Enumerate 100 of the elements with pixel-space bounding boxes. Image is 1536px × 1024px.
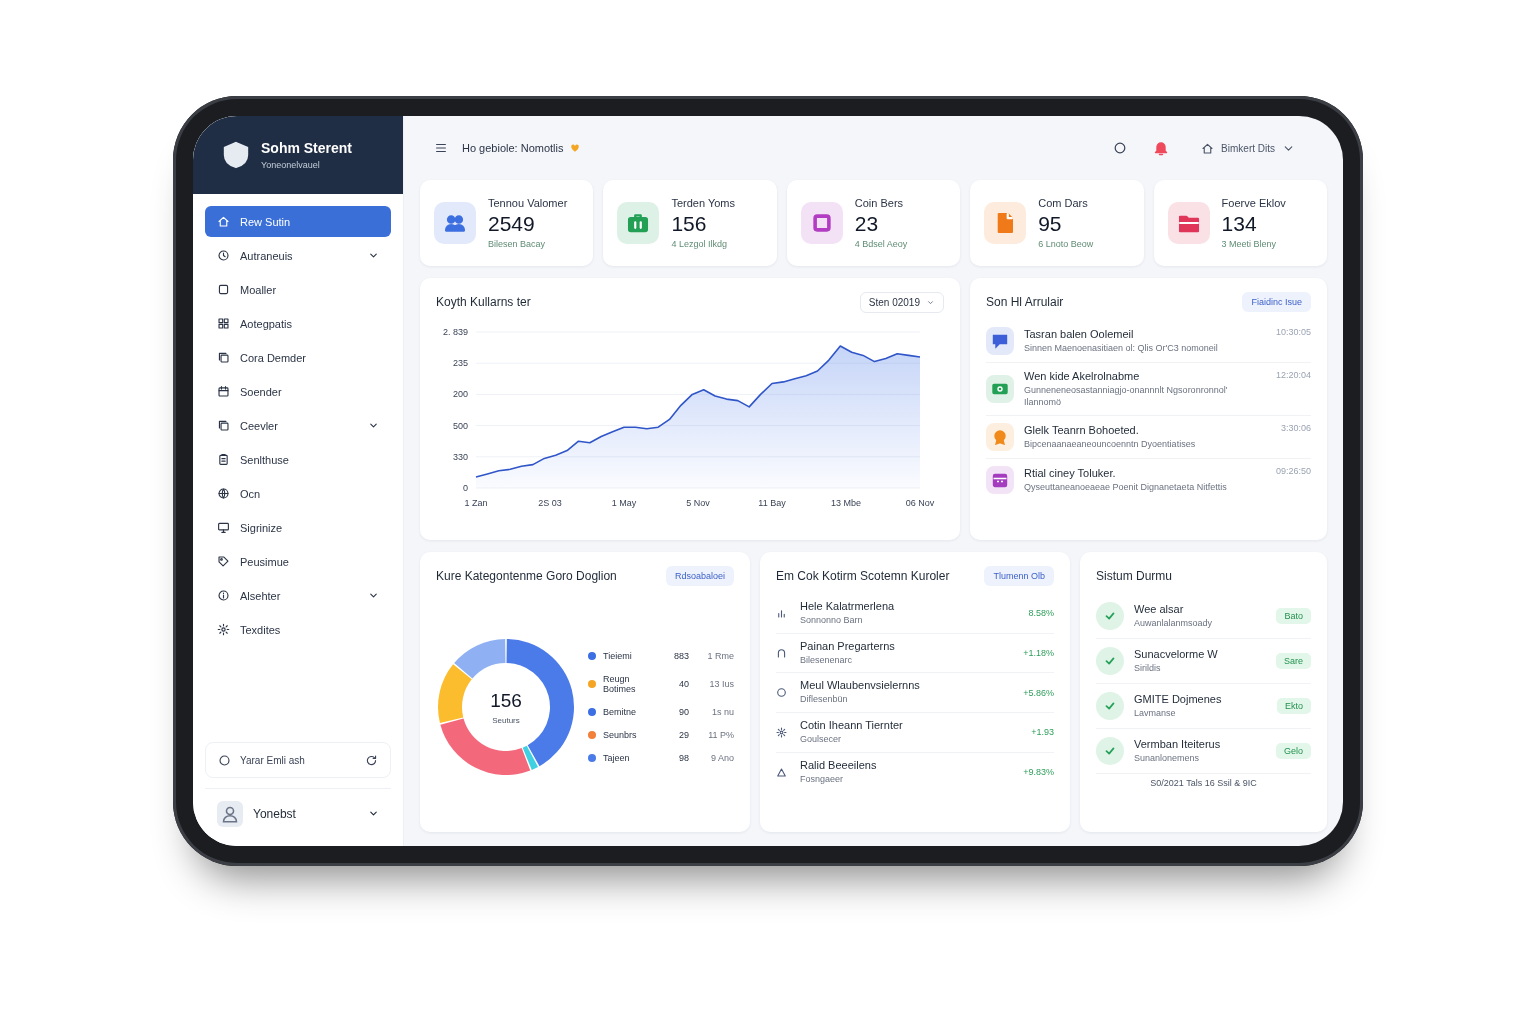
activity-description: Bipcenaanaeaneouncoenntn Dyoentiatises: [1024, 439, 1197, 451]
route-name: Ralid Beeeilens: [800, 758, 878, 771]
route-change: +1.93: [1031, 727, 1054, 738]
heart-icon: [569, 143, 580, 153]
square-icon: [217, 283, 230, 296]
folder-icon: [1167, 202, 1210, 244]
route-detail: Sonnonno Barn: [800, 615, 864, 627]
legend-label: Seunbrs: [603, 730, 638, 740]
legend-count: 40: [678, 679, 689, 689]
activity-title: Tasran balen Oolemeil: [1024, 327, 1135, 340]
route-change: +9.83%: [1023, 767, 1054, 778]
sidebar-item[interactable]: Cora Demder: [205, 342, 391, 373]
briefcase-icon: [617, 202, 660, 244]
greeting-text: Ho gebiole: Nomotlis: [462, 142, 564, 154]
activity-description: Sinnen Maenoenasitiaen ol: Qlis Or'C3 nomoneil: [1024, 342, 1219, 355]
clock-icon: [217, 249, 230, 262]
route-detail: Bilesenenarc: [800, 654, 854, 667]
clipboard-icon: [217, 453, 230, 466]
sidebar-item[interactable]: Alsehter: [205, 580, 391, 611]
circle-icon[interactable]: [1113, 141, 1128, 155]
sidebar-item[interactable]: Rew Sutin: [205, 206, 391, 237]
sidebar-item[interactable]: Aotegpatis: [205, 308, 391, 339]
square-icon: [800, 202, 843, 244]
menu-icon[interactable]: [434, 141, 448, 155]
caret-icon[interactable]: [368, 420, 379, 431]
caret-icon: [368, 808, 379, 819]
info-icon: [217, 589, 230, 602]
axis-label: 06 Nov: [905, 498, 935, 508]
donut-label: Seuturs: [492, 715, 520, 725]
sun-icon: [217, 623, 230, 636]
chart-title: Koyth Kullarns ter: [436, 295, 531, 309]
card-title: Em Cok Kotirm Scotemn Kuroler: [776, 569, 950, 583]
axis-label: 1 May: [611, 498, 637, 508]
stat-value: 23: [854, 212, 880, 236]
route-name: Cotin Iheann Tiernter: [800, 719, 904, 732]
sidebar-item[interactable]: Soender: [205, 376, 391, 407]
refresh-icon: [365, 753, 378, 767]
legend-label: Reugn Botimes: [603, 674, 637, 694]
legend-label: Tajeen: [603, 753, 631, 763]
stat-label: Foerve Eklov: [1221, 197, 1286, 210]
activity-title: Wen kide Akelrolnabme: [1024, 370, 1141, 382]
status-badge: Gelo: [1276, 743, 1311, 759]
card-title: Sistum Durmu: [1096, 569, 1172, 583]
axis-label: 1 Zan: [464, 498, 488, 508]
bell-icon[interactable]: [1153, 140, 1170, 156]
check-icon: [1096, 737, 1124, 765]
stat-value: 134: [1221, 212, 1258, 236]
activity-description: Gunneneneosastanniagjo-onannnlt Ngsoronronnol' Ilannomö: [1024, 385, 1229, 409]
caret-icon[interactable]: [368, 590, 379, 601]
view-all-button[interactable]: Tlumenn Olb: [984, 566, 1054, 586]
sidebar-action-button[interactable]: Yarar Emli ash: [205, 742, 391, 778]
range-dropdown[interactable]: Sten 02019: [859, 291, 944, 313]
service-detail: Sunanlonemens: [1134, 752, 1201, 765]
legend-share: 13 Ius: [708, 679, 734, 689]
stat-label: Tennou Valomer: [488, 197, 568, 210]
legend-label: Bemitne: [603, 707, 638, 717]
stat-note: Bilesen Bacay: [488, 238, 547, 249]
arch-icon: [776, 647, 787, 659]
service-detail: Auwanlalanmsoady: [1134, 617, 1214, 630]
axis-label: 2. 839: [442, 327, 468, 337]
sidebar-item[interactable]: Sigrinize: [205, 512, 391, 543]
user-menu-button[interactable]: Yonebst: [205, 788, 391, 838]
sidebar-item[interactable]: Senlthuse: [205, 444, 391, 475]
chat-icon: [986, 327, 1014, 355]
card-title: Kure Kategontenme Goro Doglion: [436, 569, 617, 583]
view-all-button[interactable]: Fiaidinc Isue: [1242, 292, 1311, 312]
axis-label: 500: [452, 420, 468, 431]
status-badge: Sare: [1276, 653, 1311, 669]
service-name: Wee alsar: [1134, 602, 1185, 615]
stat-value: 156: [671, 212, 708, 236]
activity-title: Glelk Teanrn Bohoeted.: [1024, 424, 1140, 437]
check-icon: [1096, 692, 1124, 720]
route-name: Hele Kalatrmerlena: [800, 600, 896, 612]
axis-label: 200: [452, 389, 468, 400]
account-button[interactable]: Bimkert Dits: [1195, 140, 1301, 156]
brand-name: Sohm Sterent: [261, 140, 352, 156]
sidebar-item[interactable]: Moaller: [205, 274, 391, 305]
cash-icon: [986, 375, 1014, 404]
axis-label: 11 Bay: [758, 498, 786, 508]
check-icon: [1096, 647, 1124, 675]
circle-icon: [218, 753, 231, 767]
stat-note: 3 Meeti Bleny: [1221, 238, 1278, 249]
route-name: Meul Wlaubenvsielernns: [800, 679, 921, 692]
shield-logo-icon: [221, 140, 251, 170]
legend-count: 90: [678, 707, 689, 717]
sidebar-item[interactable]: Texdites: [205, 614, 391, 645]
circle-icon: [776, 687, 787, 699]
sidebar-item[interactable]: Ocn: [205, 478, 391, 509]
caret-icon[interactable]: [368, 250, 379, 261]
sidebar-item[interactable]: Peusimue: [205, 546, 391, 577]
route-detail: Fosngaeer: [800, 773, 845, 786]
status-badge: Ekto: [1277, 698, 1311, 714]
details-button[interactable]: Rdsoabaloei: [665, 566, 734, 586]
service-name: Sunacvelorme W: [1134, 647, 1219, 660]
bar-chart-icon: [776, 607, 787, 619]
sidebar-item[interactable]: Ceevler: [205, 410, 391, 441]
copy-icon: [217, 419, 230, 432]
axis-label: 235: [452, 358, 468, 369]
people-icon: [434, 202, 476, 244]
sidebar-item[interactable]: Autraneuis: [205, 240, 391, 271]
